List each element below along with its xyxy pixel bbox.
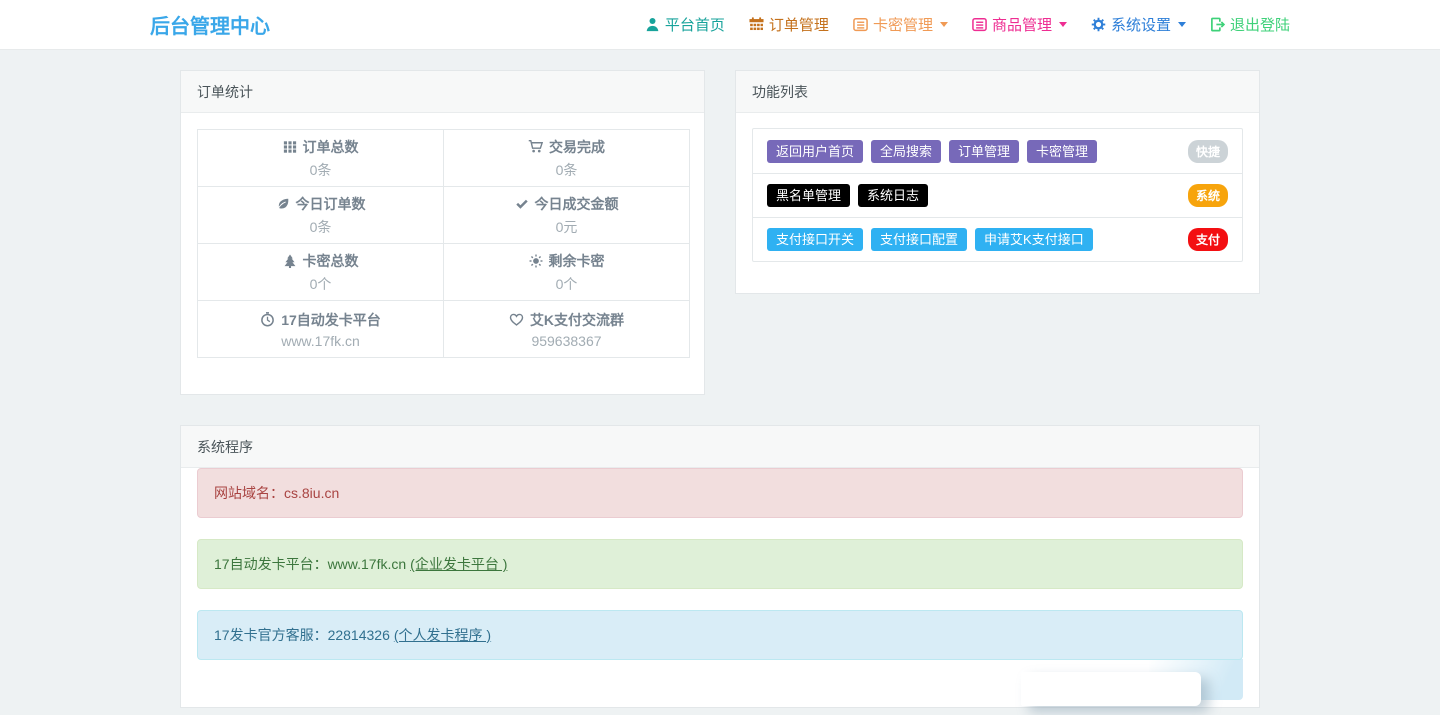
heart-icon <box>509 312 524 327</box>
page-title: 后台管理中心 <box>150 16 270 38</box>
system-program-title: 系统程序 <box>181 426 1259 468</box>
blacklist-management-button[interactable]: 黑名单管理 <box>767 184 851 207</box>
nav-label: 系统设置 <box>1110 17 1171 34</box>
alert-text: 17自动发卡平台：www.17fk.cn <box>214 556 407 572</box>
system-badge: 系统 <box>1187 184 1228 207</box>
cart-icon <box>528 139 543 154</box>
list-alt-icon <box>853 17 868 32</box>
stat-label: 艾K支付交流群 <box>529 311 625 328</box>
chevron-down-icon <box>1177 22 1186 27</box>
stat-cell: 今日成交金额 0元 <box>443 186 690 244</box>
payment-config-button[interactable]: 支付接口配置 <box>871 228 968 251</box>
stat-cell: 交易完成 0条 <box>443 129 690 187</box>
main-nav: 平台首页 订单管理 卡密管理 商品管理 系统设置 退出登陆 <box>645 14 1290 35</box>
sun-icon <box>529 254 543 268</box>
apply-aik-payment-button[interactable]: 申请艾K支付接口 <box>975 228 1093 251</box>
stat-cell: 17自动发卡平台 www.17fk.cn <box>197 300 444 358</box>
nav-item-card-mgmt[interactable]: 卡密管理 <box>853 14 948 35</box>
function-row-payment: 支付接口开关 支付接口配置 申请艾K支付接口 支付 <box>753 217 1242 261</box>
stat-value: 0个 <box>309 275 332 292</box>
clock-icon <box>260 312 275 327</box>
stat-cell: 剩余卡密 0个 <box>443 243 690 301</box>
alert-text: 网站域名：cs.8iu.cn <box>214 485 340 501</box>
logout-icon <box>1210 17 1225 32</box>
function-row-quick: 返回用户首页 全局搜索 订单管理 卡密管理 快捷 <box>753 129 1242 173</box>
order-management-button[interactable]: 订单管理 <box>949 139 1020 163</box>
chevron-down-icon <box>939 22 948 27</box>
nav-label: 商品管理 <box>991 17 1052 34</box>
user-icon <box>645 17 660 32</box>
leaf-icon <box>276 197 290 211</box>
stat-cell: 卡密总数 0个 <box>197 243 444 301</box>
main-content: 订单统计 订单总数 0条 交易完成 0条 今日订单数 0条 今日成交金额 0元 … <box>180 50 1260 708</box>
tree-icon <box>283 254 297 268</box>
enterprise-platform-link[interactable]: (企业发卡平台 ) <box>410 556 507 572</box>
stat-cell: 订单总数 0条 <box>197 129 444 187</box>
stat-value: 0元 <box>555 218 578 235</box>
stat-value: 0条 <box>309 161 332 178</box>
stat-value: 0条 <box>309 218 332 235</box>
stat-cell: 艾K支付交流群 959638367 <box>443 300 690 358</box>
stat-value: www.17fk.cn <box>281 332 360 349</box>
order-stats-title: 订单统计 <box>181 71 704 113</box>
stat-label: 今日订单数 <box>295 195 366 212</box>
order-stats-card: 订单统计 订单总数 0条 交易完成 0条 今日订单数 0条 今日成交金额 0元 … <box>180 70 705 395</box>
nav-item-logout[interactable]: 退出登陆 <box>1210 14 1290 35</box>
stat-label: 卡密总数 <box>302 252 359 269</box>
function-row-system: 黑名单管理 系统日志 系统 <box>753 173 1242 217</box>
card-management-button[interactable]: 卡密管理 <box>1027 139 1098 163</box>
support-alert: 17发卡官方客服：22814326 (个人发卡程序 ) <box>197 610 1243 660</box>
stat-label: 剩余卡密 <box>548 252 605 269</box>
nav-label: 退出登陆 <box>1229 17 1290 34</box>
platform-alert: 17自动发卡平台：www.17fk.cn (企业发卡平台 ) <box>197 539 1243 589</box>
personal-program-link[interactable]: (个人发卡程序 ) <box>394 627 491 643</box>
stat-label: 交易完成 <box>549 138 605 155</box>
quick-badge: 快捷 <box>1187 139 1228 163</box>
stat-value: 0个 <box>555 275 578 292</box>
calendar-icon <box>749 17 764 32</box>
stat-label: 今日成交金额 <box>534 195 619 212</box>
top-navbar: 后台管理中心 平台首页 订单管理 卡密管理 商品管理 系统设置 退出登陆 <box>0 0 1440 50</box>
global-search-button[interactable]: 全局搜索 <box>871 139 942 163</box>
alert-text: 17发卡官方客服：22814326 <box>214 627 390 643</box>
system-program-card: 系统程序 网站域名：cs.8iu.cn 17自动发卡平台：www.17fk.cn… <box>180 425 1260 708</box>
stat-value: 0条 <box>555 161 578 178</box>
nav-item-home[interactable]: 平台首页 <box>645 14 725 35</box>
stat-label: 订单总数 <box>302 138 359 155</box>
nav-item-orders[interactable]: 订单管理 <box>749 14 829 35</box>
chevron-down-icon <box>1058 22 1067 27</box>
stat-label: 17自动发卡平台 <box>281 311 381 328</box>
stat-value: 959638367 <box>531 332 602 349</box>
nav-label: 卡密管理 <box>872 17 933 34</box>
payment-switch-button[interactable]: 支付接口开关 <box>767 228 864 251</box>
nav-item-settings[interactable]: 系统设置 <box>1091 14 1186 35</box>
stat-cell: 今日订单数 0条 <box>197 186 444 244</box>
function-list-title: 功能列表 <box>736 71 1259 113</box>
nav-label: 平台首页 <box>664 17 725 34</box>
domain-alert: 网站域名：cs.8iu.cn <box>197 468 1243 518</box>
payment-badge: 支付 <box>1187 228 1228 251</box>
gear-icon <box>1091 17 1106 32</box>
function-list-card: 功能列表 返回用户首页 全局搜索 订单管理 卡密管理 快捷 黑名单管理 系统日志… <box>735 70 1260 294</box>
order-stats-table: 订单总数 0条 交易完成 0条 今日订单数 0条 今日成交金额 0元 卡密总数 … <box>197 129 690 358</box>
back-to-user-home-button[interactable]: 返回用户首页 <box>767 139 864 163</box>
function-list: 返回用户首页 全局搜索 订单管理 卡密管理 快捷 黑名单管理 系统日志 系统 支… <box>752 128 1243 262</box>
check-icon <box>515 197 529 211</box>
grid-icon <box>283 140 297 154</box>
list-alt-icon <box>972 17 987 32</box>
overlay-artifact <box>1021 672 1201 706</box>
nav-label: 订单管理 <box>768 17 829 34</box>
nav-item-product-mgmt[interactable]: 商品管理 <box>972 14 1067 35</box>
system-log-button[interactable]: 系统日志 <box>858 184 929 207</box>
